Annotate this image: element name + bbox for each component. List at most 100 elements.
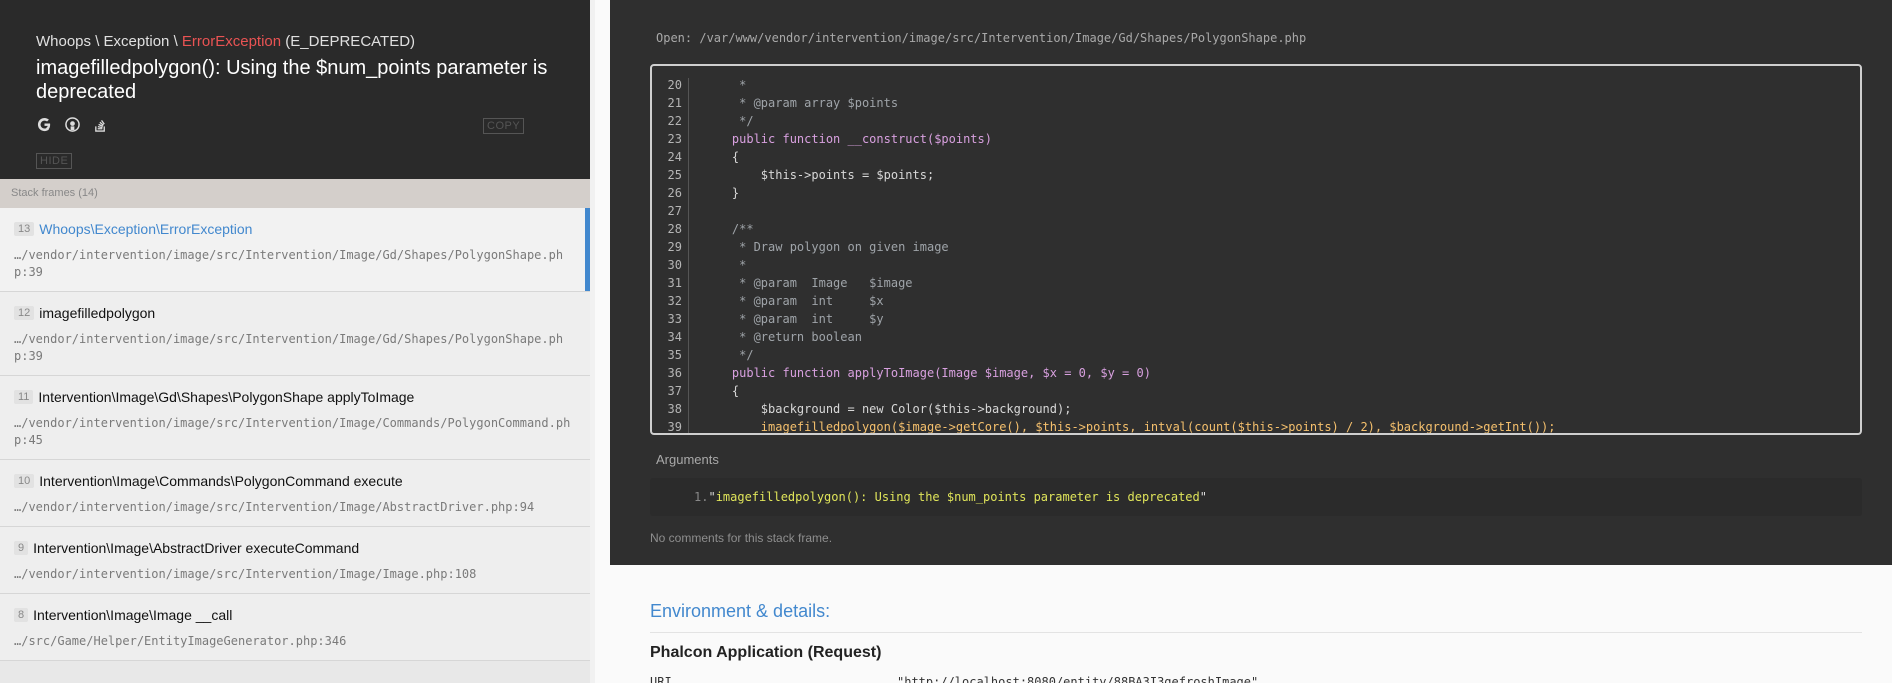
stack-frame[interactable]: 9 Intervention\Image\AbstractDriver execu… xyxy=(0,527,590,594)
frame-class: Intervention\Image\Commands\PolygonComma… xyxy=(39,473,403,489)
code-line: 25 $this->points = $points; xyxy=(652,168,1860,186)
line-number: 36 xyxy=(667,366,682,380)
stack-frame[interactable]: 13 Whoops\Exception\ErrorException …/vend… xyxy=(0,208,590,292)
frame-index: 8 xyxy=(14,608,29,622)
code-line: 34 * @return boolean xyxy=(652,330,1860,348)
code-text: * @param int $y xyxy=(703,312,884,326)
frame-file: …/vendor/intervention/image/src/Interven… xyxy=(14,416,571,447)
argument-value: imagefilledpolygon(): Using the $num_poi… xyxy=(715,490,1200,504)
line-number: 29 xyxy=(667,240,682,254)
copy-button[interactable]: COPY xyxy=(483,118,525,134)
line-number: 20 xyxy=(667,78,682,92)
frame-file: …/vendor/intervention/image/src/Interven… xyxy=(14,248,564,279)
line-separator xyxy=(688,420,689,433)
code-line: 22 */ xyxy=(652,114,1860,132)
frame-file: …/vendor/intervention/image/src/Interven… xyxy=(14,567,477,581)
line-number: 23 xyxy=(667,132,682,146)
line-separator xyxy=(688,348,689,366)
code-text: $background = new Color($this->backgroun… xyxy=(703,402,1072,416)
line-separator xyxy=(688,150,689,168)
frame-class: Intervention\Image\Gd\Shapes\PolygonShap… xyxy=(38,389,415,405)
exception-message: imagefilledpolygon(): Using the $num_poi… xyxy=(36,57,548,103)
line-separator xyxy=(688,96,689,114)
code-section: Open: /var/www/vendor/intervention/image… xyxy=(610,0,1892,565)
code-line: 20 * xyxy=(652,78,1860,96)
frame-index: 9 xyxy=(14,541,29,555)
line-separator xyxy=(688,294,689,312)
line-number: 37 xyxy=(667,384,682,398)
code-text: * @param Image $image xyxy=(703,276,913,290)
exception-prefix: Whoops \ Exception \ xyxy=(36,33,182,50)
environment-subtitle: Phalcon Application (Request) xyxy=(650,644,882,661)
code-text: * xyxy=(703,78,747,92)
line-separator xyxy=(688,222,689,240)
line-number: 31 xyxy=(667,276,682,290)
line-separator xyxy=(688,258,689,276)
frame-file: …/vendor/intervention/image/src/Interven… xyxy=(14,500,535,514)
code-line: 21 * @param array $points xyxy=(652,96,1860,114)
code-line: 28 /** xyxy=(652,222,1860,240)
no-comments-note: No comments for this stack frame. xyxy=(650,531,833,545)
code-line: 30 * xyxy=(652,258,1860,276)
code-text: public function __construct($points) xyxy=(703,132,992,146)
environment-divider xyxy=(650,632,1862,633)
line-separator xyxy=(688,168,689,186)
frame-index: 12 xyxy=(14,306,35,320)
stack-frame[interactable]: 12 imagefilledpolygon …/vendor/interventi… xyxy=(0,292,590,376)
code-line: 24 { xyxy=(652,150,1860,168)
line-number: 30 xyxy=(667,258,682,272)
line-number: 24 xyxy=(667,150,682,164)
frame-index: 11 xyxy=(14,390,34,404)
line-number: 39 xyxy=(667,420,682,434)
code-text: * @param int $x xyxy=(703,294,884,308)
line-number: 38 xyxy=(667,402,682,416)
line-number: 28 xyxy=(667,222,682,236)
code-viewer: 20 * 21 * @param array $points 22 */23 pub… xyxy=(650,64,1862,435)
line-separator xyxy=(688,186,689,204)
code-text: * xyxy=(703,258,747,272)
frame-index: 13 xyxy=(14,222,35,236)
line-number: 27 xyxy=(667,204,682,218)
line-separator xyxy=(688,402,689,420)
hide-button[interactable]: HIDE xyxy=(36,153,73,169)
code-text: imagefilledpolygon($image->getCore(), $t… xyxy=(703,420,1556,434)
stack-frame[interactable]: 8 Intervention\Image\Image __call …/src/G… xyxy=(0,594,590,661)
stack-frame[interactable]: 11 Intervention\Image\Gd\Shapes\PolygonSh… xyxy=(0,376,590,460)
frame-file: …/src/Game/Helper/EntityImageGenerator.p… xyxy=(14,634,347,648)
line-separator xyxy=(688,204,689,222)
stack-frame[interactable]: 10 Intervention\Image\Commands\PolygonCom… xyxy=(0,460,590,527)
frames-scrollbar[interactable] xyxy=(590,0,595,683)
frame-index: 10 xyxy=(14,474,35,488)
google-icon[interactable] xyxy=(36,116,52,132)
code-line: 38 $background = new Color($this->backgr… xyxy=(652,402,1860,420)
line-number: 33 xyxy=(667,312,682,326)
code-line: 36 public function applyToImage(Image $i… xyxy=(652,366,1860,384)
code-text: * @param array $points xyxy=(703,96,899,110)
exception-class: ErrorException xyxy=(181,33,282,50)
arguments-list: 1."imagefilledpolygon(): Using the $num_… xyxy=(650,478,1862,516)
frame-class: Intervention\Image\Image __call xyxy=(33,607,233,623)
code-text: * @return boolean xyxy=(703,330,862,344)
open-file-link[interactable]: Open: /var/www/vendor/intervention/image… xyxy=(656,31,1306,45)
line-separator xyxy=(688,276,689,294)
line-separator xyxy=(688,312,689,330)
stack-frames-list: 13 Whoops\Exception\ErrorException …/vend… xyxy=(0,208,590,661)
line-separator xyxy=(688,114,689,132)
code-line: 23 public function __construct($points) xyxy=(652,132,1860,150)
code-line: 31 * @param Image $image xyxy=(652,276,1860,294)
code-text: { xyxy=(703,384,740,398)
stackoverflow-icon[interactable] xyxy=(92,116,108,132)
line-number: 34 xyxy=(667,330,682,344)
code-text: /** xyxy=(703,222,754,236)
code-text: public function applyToImage(Image $imag… xyxy=(703,366,1151,380)
env-row-key: URI xyxy=(650,675,672,683)
line-number: 26 xyxy=(667,186,682,200)
env-row-value: "http://localhost:8080/entity/88BA3I3gef… xyxy=(897,675,1259,683)
frame-file: …/vendor/intervention/image/src/Interven… xyxy=(14,332,564,363)
stack-frames-title: Stack frames (14) xyxy=(0,179,595,208)
code-text: * Draw polygon on given image xyxy=(703,240,949,254)
frame-class: Intervention\Image\AbstractDriver execut… xyxy=(33,540,360,556)
duckduckgo-icon[interactable] xyxy=(64,116,80,132)
code-text: } xyxy=(703,186,740,200)
line-number: 35 xyxy=(667,348,682,362)
